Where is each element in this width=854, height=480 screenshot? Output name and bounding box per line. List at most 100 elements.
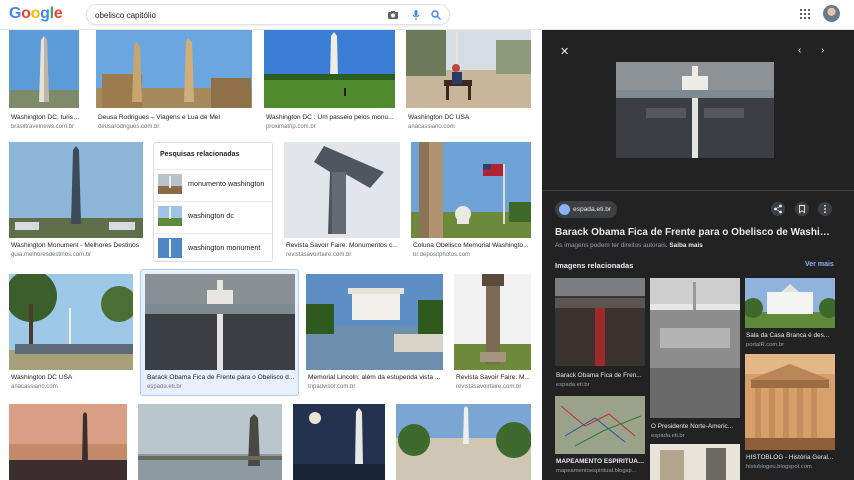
image-result[interactable]: Deusa Rodrigues – Viagens e Lua de Mel d… — [96, 30, 252, 130]
related-thumbnail[interactable] — [745, 278, 835, 328]
result-caption[interactable]: Revista Savoir Faire: M... — [456, 374, 533, 381]
image-result[interactable]: Revista Savoir Faire: M... revistasavoir… — [454, 274, 531, 392]
related-source: mapeamentoespiritual.blogsp... — [556, 468, 637, 474]
related-image[interactable]: Barack Obama Fica de Fren... espada.eti.… — [555, 278, 645, 398]
camera-icon[interactable] — [387, 9, 399, 21]
result-thumbnail[interactable] — [411, 142, 531, 238]
related-search-label[interactable]: monumento washington — [188, 179, 264, 188]
globe-icon — [559, 204, 570, 215]
result-caption[interactable]: Washington Monument - Melhores Destinos — [11, 242, 145, 249]
related-source: portalR.com.br — [746, 342, 785, 348]
related-thumbnail — [158, 174, 182, 194]
logo-letter: G — [9, 5, 22, 22]
chevron-left-icon[interactable]: ‹ — [798, 45, 801, 56]
close-icon[interactable]: ✕ — [560, 45, 569, 58]
related-images-title: Imagens relacionadas — [555, 261, 634, 270]
result-source: anacassiano.com — [11, 384, 58, 390]
result-caption[interactable]: Deusa Rodrigues – Viagens e Lua de Mel — [98, 114, 254, 121]
result-thumbnail[interactable] — [145, 274, 295, 370]
related-search-item[interactable]: washington monument — [154, 233, 272, 261]
result-source: revistasavoirfaire.com.br — [286, 252, 352, 258]
apps-grid-icon[interactable] — [800, 9, 810, 19]
search-icon[interactable] — [430, 9, 442, 21]
result-thumbnail[interactable] — [293, 404, 385, 480]
google-logo[interactable]: Google — [9, 5, 63, 23]
related-caption[interactable]: O Presidente Norte-Americ... — [651, 423, 741, 430]
result-thumbnail[interactable] — [396, 404, 531, 480]
related-image[interactable]: HISTOBLOG - História Geral... histobloge… — [745, 354, 835, 480]
logo-letter: o — [30, 5, 41, 22]
related-search-item[interactable]: monumento washington — [154, 169, 272, 197]
mic-icon[interactable] — [410, 9, 422, 21]
image-result[interactable]: Washington DC : Um passeio pelos monu...… — [264, 30, 395, 130]
result-source: espada.eti.br — [147, 384, 182, 390]
related-caption[interactable]: HISTOBLOG - História Geral... — [746, 454, 836, 461]
result-thumbnail[interactable] — [9, 30, 79, 108]
related-thumbnail[interactable] — [555, 396, 645, 454]
result-thumbnail[interactable] — [96, 30, 252, 108]
see-more-link[interactable]: Ver mais — [805, 261, 834, 268]
image-result[interactable]: Washington DC USA anacassiano.com — [406, 30, 531, 130]
related-caption[interactable]: Barack Obama Fica de Fren... — [556, 372, 646, 379]
image-result[interactable]: Memorial Lincoln: além da estupenda vist… — [306, 274, 443, 392]
result-caption[interactable]: Memorial Lincoln: além da estupenda vist… — [308, 374, 445, 381]
result-source: deusarodrigues.com.br — [98, 124, 160, 130]
source-site-chip[interactable]: espada.eti.br — [555, 201, 618, 218]
search-box[interactable] — [86, 4, 450, 25]
result-caption[interactable]: Revista Savoir Faire: Monumentos c... — [286, 242, 402, 249]
related-image[interactable]: Sala da Casa Branca é des... portalR.com… — [745, 278, 835, 350]
related-search-label[interactable]: washington monument — [188, 243, 260, 252]
result-thumbnail[interactable] — [9, 274, 133, 370]
result-caption[interactable]: Washington DC, turism... — [11, 114, 81, 121]
result-thumbnail[interactable] — [306, 274, 443, 370]
logo-letter: o — [21, 5, 31, 22]
result-thumbnail[interactable] — [9, 142, 143, 238]
result-caption[interactable]: Barack Obama Fica de Frente para o Obeli… — [147, 374, 297, 381]
image-result[interactable]: Coluna Obelisco Memorial Washingto... br… — [411, 142, 531, 262]
related-search-label[interactable]: washington dc — [188, 211, 234, 220]
result-thumbnail[interactable] — [138, 404, 282, 480]
learn-more-link[interactable]: Saiba mais — [669, 242, 702, 249]
related-source: espada.eti.br — [556, 382, 590, 388]
related-thumbnail — [158, 206, 182, 226]
result-thumbnail[interactable] — [406, 30, 531, 108]
image-result[interactable]: Washington DC USA anacassiano.com — [9, 274, 133, 392]
related-thumbnail[interactable] — [555, 278, 645, 366]
share-icon[interactable] — [771, 202, 785, 216]
top-bar: Google — [0, 0, 854, 30]
result-caption[interactable]: Washington DC USA — [11, 374, 135, 381]
related-search-item[interactable]: washington dc — [154, 201, 272, 229]
image-result[interactable]: Revista Savoir Faire: Monumentos c... re… — [284, 142, 400, 262]
result-thumbnail[interactable] — [284, 142, 400, 238]
logo-letter: e — [53, 5, 63, 22]
related-thumbnail[interactable] — [650, 278, 740, 418]
more-vert-icon[interactable] — [818, 202, 832, 216]
image-result-selected[interactable]: Barack Obama Fica de Frente para o Obeli… — [145, 274, 295, 392]
related-thumbnail[interactable] — [745, 354, 835, 450]
chevron-right-icon[interactable]: › — [821, 45, 824, 56]
divider — [542, 190, 854, 191]
result-caption[interactable]: Coluna Obelisco Memorial Washingto... — [413, 242, 533, 249]
related-searches-card: Pesquisas relacionadas monumento washing… — [153, 142, 273, 262]
logo-letter: g — [40, 5, 50, 22]
search-input[interactable] — [95, 8, 375, 22]
source-site-label[interactable]: espada.eti.br — [573, 206, 611, 213]
result-source: br.depositphotos.com — [413, 252, 471, 258]
related-thumbnail[interactable] — [650, 444, 740, 480]
result-thumbnail[interactable] — [264, 30, 395, 108]
related-caption[interactable]: MAPEAMENTO ESPIRITUAL... — [556, 458, 646, 465]
result-thumbnail[interactable] — [9, 404, 127, 480]
related-image[interactable]: MAPEAMENTO ESPIRITUAL... mapeamentoespir… — [555, 396, 646, 480]
result-caption[interactable]: Washington DC : Um passeio pelos monu... — [266, 114, 397, 121]
preview-image[interactable] — [616, 62, 774, 158]
related-image[interactable]: O Presidente Norte-Americ... espada.eti.… — [650, 278, 741, 439]
result-thumbnail[interactable] — [454, 274, 531, 370]
result-source: tripadvisor.com.br — [308, 384, 356, 390]
related-caption[interactable]: Sala da Casa Branca é des... — [746, 332, 836, 339]
result-caption[interactable]: Washington DC USA — [408, 114, 533, 121]
preview-title[interactable]: Barack Obama Fica de Frente para o Obeli… — [555, 227, 833, 238]
image-result[interactable]: Washington DC, turism... brasiltravelnew… — [9, 30, 81, 130]
bookmark-icon[interactable] — [795, 202, 809, 216]
image-result[interactable]: Washington Monument - Melhores Destinos … — [9, 142, 143, 262]
avatar[interactable] — [823, 5, 840, 22]
